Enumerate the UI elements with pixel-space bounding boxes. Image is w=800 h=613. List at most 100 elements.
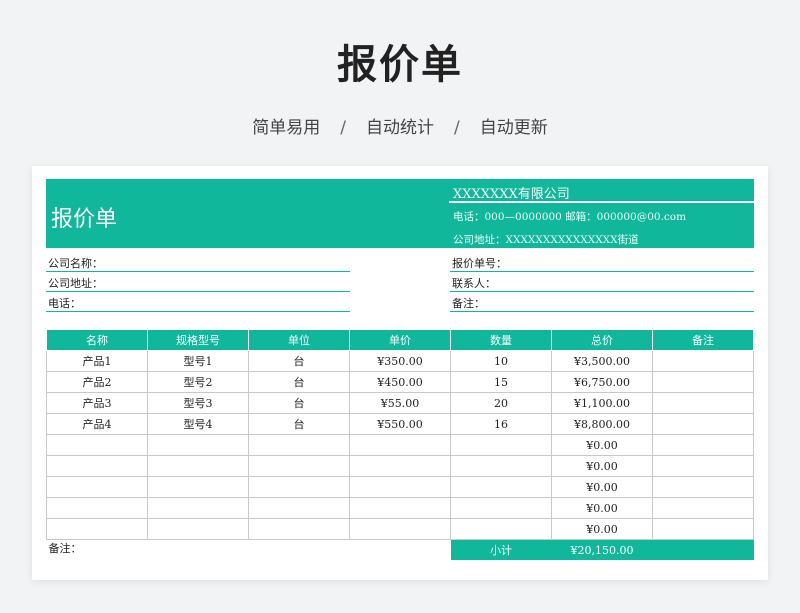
field-contact-person[interactable]: 联系人： — [450, 272, 754, 292]
footer-note[interactable]: 备注： — [47, 540, 451, 561]
cell-qty[interactable] — [450, 476, 552, 498]
col-header-total: 总价 — [551, 329, 653, 351]
field-remarks[interactable]: 备注： — [450, 292, 754, 312]
table-row: ¥0.00 — [46, 497, 754, 519]
cell-unit[interactable] — [248, 434, 350, 456]
table-footer-row: 备注： 小计 ¥20,150.00 — [47, 539, 754, 561]
cell-price[interactable]: ¥350.00 — [349, 350, 451, 372]
field-company-address[interactable]: 公司地址： — [46, 272, 350, 292]
cell-total[interactable]: ¥1,100.00 — [551, 392, 653, 414]
company-divider — [449, 201, 754, 203]
cell-qty[interactable] — [450, 497, 552, 519]
table-row: 产品4 型号4 台 ¥550.00 16 ¥8,800.00 — [46, 413, 754, 435]
field-label: 报价单号： — [452, 257, 507, 270]
col-header-unit: 单位 — [248, 329, 350, 351]
cell-model[interactable]: 型号2 — [147, 371, 249, 393]
cell-qty[interactable] — [450, 434, 552, 456]
page-subtitle: 简单易用 / 自动统计 / 自动更新 — [0, 113, 800, 138]
cell-qty[interactable] — [450, 518, 552, 540]
cell-total[interactable]: ¥0.00 — [551, 434, 653, 456]
cell-total[interactable]: ¥0.00 — [551, 455, 653, 477]
cell-price[interactable] — [349, 455, 451, 477]
cell-note[interactable] — [652, 392, 754, 414]
cell-name[interactable]: 产品1 — [46, 350, 148, 372]
company-block: XXXXXXX有限公司 电话：000—0000000 邮箱：000000@00.… — [449, 179, 754, 248]
cell-total[interactable]: ¥0.00 — [551, 497, 653, 519]
cell-qty[interactable]: 16 — [450, 413, 552, 435]
field-label: 联系人： — [452, 277, 496, 290]
cell-qty[interactable]: 20 — [450, 392, 552, 414]
cell-model[interactable] — [147, 497, 249, 519]
cell-name[interactable] — [46, 476, 148, 498]
cell-unit[interactable] — [248, 497, 350, 519]
col-header-name: 名称 — [46, 329, 148, 351]
cell-note[interactable] — [652, 434, 754, 456]
cell-unit[interactable]: 台 — [248, 413, 350, 435]
cell-name[interactable] — [46, 455, 148, 477]
cell-unit[interactable] — [248, 518, 350, 540]
sheet-header: 报价单 XXXXXXX有限公司 电话：000—0000000 邮箱：000000… — [46, 179, 754, 248]
field-company-name[interactable]: 公司名称： — [46, 252, 350, 272]
cell-total[interactable]: ¥0.00 — [551, 476, 653, 498]
cell-unit[interactable]: 台 — [248, 392, 350, 414]
cell-price[interactable] — [349, 476, 451, 498]
cell-total[interactable]: ¥0.00 — [551, 518, 653, 540]
cell-model[interactable]: 型号1 — [147, 350, 249, 372]
cell-name[interactable] — [46, 434, 148, 456]
cell-model[interactable] — [147, 518, 249, 540]
field-label: 电话： — [48, 297, 81, 310]
cell-price[interactable]: ¥550.00 — [349, 413, 451, 435]
cell-unit[interactable]: 台 — [248, 350, 350, 372]
company-contact[interactable]: 电话：000—0000000 邮箱：000000@00.com — [453, 209, 686, 224]
field-label: 公司名称： — [48, 257, 103, 270]
subtitle-item-2: 自动统计 — [366, 118, 434, 138]
items-table: 名称 规格型号 单位 单价 数量 总价 备注 产品1 型号1 台 ¥350.00 10 ¥… — [46, 329, 754, 560]
cell-model[interactable] — [147, 434, 249, 456]
cell-qty[interactable]: 10 — [450, 350, 552, 372]
quote-sheet: 报价单 XXXXXXX有限公司 电话：000—0000000 邮箱：000000… — [32, 166, 768, 580]
cell-note[interactable] — [652, 518, 754, 540]
cell-qty[interactable] — [450, 455, 552, 477]
cell-price[interactable] — [349, 497, 451, 519]
cell-note[interactable] — [652, 371, 754, 393]
cell-price[interactable]: ¥450.00 — [349, 371, 451, 393]
cell-note[interactable] — [652, 413, 754, 435]
cell-model[interactable] — [147, 476, 249, 498]
col-header-qty: 数量 — [450, 329, 552, 351]
cell-note[interactable] — [652, 497, 754, 519]
table-row: 产品2 型号2 台 ¥450.00 15 ¥6,750.00 — [46, 371, 754, 393]
cell-total[interactable]: ¥3,500.00 — [551, 350, 653, 372]
field-label: 公司地址： — [48, 277, 103, 290]
field-phone[interactable]: 电话： — [46, 292, 350, 312]
cell-price[interactable] — [349, 434, 451, 456]
company-address[interactable]: 公司地址：XXXXXXXXXXXXXXX街道 — [453, 232, 639, 247]
cell-note[interactable] — [652, 350, 754, 372]
cell-total[interactable]: ¥8,800.00 — [551, 413, 653, 435]
cell-note[interactable] — [652, 455, 754, 477]
field-quote-number[interactable]: 报价单号： — [450, 252, 754, 272]
cell-name[interactable]: 产品2 — [46, 371, 148, 393]
cell-name[interactable] — [46, 497, 148, 519]
subtitle-item-1: 简单易用 — [252, 118, 321, 138]
cell-name[interactable]: 产品4 — [46, 413, 148, 435]
cell-model[interactable]: 型号4 — [147, 413, 249, 435]
cell-unit[interactable]: 台 — [248, 371, 350, 393]
subtitle-item-3: 自动更新 — [479, 118, 548, 138]
table-header-row: 名称 规格型号 单位 单价 数量 总价 备注 — [46, 329, 754, 351]
cell-price[interactable]: ¥55.00 — [349, 392, 451, 414]
cell-unit[interactable] — [248, 455, 350, 477]
cell-unit[interactable] — [248, 476, 350, 498]
subtitle-separator: / — [340, 118, 346, 138]
cell-name[interactable] — [46, 518, 148, 540]
table-row: 产品3 型号3 台 ¥55.00 20 ¥1,100.00 — [46, 392, 754, 414]
cell-model[interactable]: 型号3 — [147, 392, 249, 414]
cell-price[interactable] — [349, 518, 451, 540]
company-name[interactable]: XXXXXXX有限公司 — [453, 183, 570, 202]
table-row: ¥0.00 — [46, 476, 754, 498]
cell-qty[interactable]: 15 — [450, 371, 552, 393]
cell-total[interactable]: ¥6,750.00 — [551, 371, 653, 393]
cell-name[interactable]: 产品3 — [46, 392, 148, 414]
cell-note[interactable] — [652, 476, 754, 498]
cell-model[interactable] — [147, 455, 249, 477]
subtotal-note[interactable] — [652, 539, 754, 560]
